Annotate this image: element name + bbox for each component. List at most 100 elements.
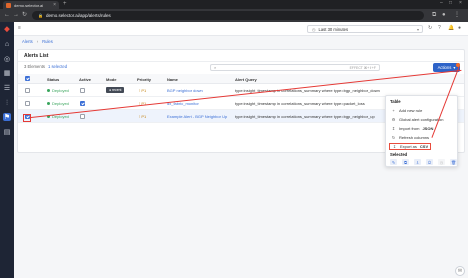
menu-item-label: Add new rule xyxy=(399,108,423,113)
menu-item-format: JSON xyxy=(422,126,434,131)
user-avatar-icon[interactable]: ● xyxy=(458,26,461,31)
actions-menu: Table + Add new rule ⚙ Global alert conf… xyxy=(385,95,458,167)
breadcrumb-separator: › xyxy=(36,39,39,44)
actions-label: Actions xyxy=(437,65,452,70)
collapse-sidebar-icon[interactable]: ≡ xyxy=(18,26,21,31)
download-icon: ↧ xyxy=(392,144,397,149)
rule-name-link[interactable]: BGP neighbor down xyxy=(167,88,231,93)
tab-close-icon[interactable]: × xyxy=(53,2,56,8)
inventory-icon[interactable]: ☰ xyxy=(3,84,11,92)
extensions-icon[interactable]: ⧉ xyxy=(432,12,436,18)
row-checkbox[interactable] xyxy=(25,88,30,93)
power-icon[interactable]: ⏻ xyxy=(426,159,433,165)
docs-icon[interactable]: ▤ xyxy=(3,128,11,136)
browser-tab-strip: demo.selector.ai × + – □ × xyxy=(0,0,468,9)
breadcrumb-rules[interactable]: Rules xyxy=(42,39,53,44)
selected-actions: ✎ ⧉ ⇩ ⏻ ◷ 🗑 xyxy=(390,159,457,165)
explore-icon[interactable]: ◎ xyxy=(3,55,11,63)
schedule-icon[interactable]: ◷ xyxy=(438,159,445,165)
tab-title: demo.selector.ai xyxy=(14,2,44,8)
profile-icon[interactable]: ● xyxy=(442,12,446,18)
reload-icon[interactable]: ↻ xyxy=(22,12,27,18)
edit-icon[interactable]: ✎ xyxy=(390,159,397,165)
active-checkbox[interactable] xyxy=(80,88,85,93)
column-mode[interactable]: Mode xyxy=(106,77,116,82)
time-range-picker[interactable]: ◷ Last 30 minutes ▾ xyxy=(307,25,423,33)
chevron-down-icon: ▾ xyxy=(416,26,419,32)
url-field[interactable]: 🔒 demo.selector.ai/app/alerts/rules xyxy=(32,11,424,20)
selected-count[interactable]: 1 selected xyxy=(48,64,67,69)
chat-icon[interactable]: ✉ xyxy=(455,266,465,276)
menu-section-selected: Selected xyxy=(390,152,408,157)
menu-item-global-config[interactable]: ⚙ Global alert configuration xyxy=(391,117,444,122)
menu-item-label: Export as xyxy=(400,144,417,149)
priority-text: P1 xyxy=(141,114,147,119)
browser-tab[interactable]: demo.selector.ai × xyxy=(3,1,59,9)
priority-cell: ⁝ P1 xyxy=(139,114,147,119)
priority-text: P1 xyxy=(141,88,147,93)
analytics-icon[interactable]: ⫶ xyxy=(3,99,11,107)
window-close-icon[interactable]: × xyxy=(459,1,462,6)
table-header: Status Active Mode Priority Name Alert Q… xyxy=(18,74,464,84)
refresh-icon: ↻ xyxy=(391,135,396,140)
column-priority[interactable]: Priority xyxy=(137,77,151,82)
active-checkbox[interactable] xyxy=(80,114,85,119)
new-tab-button[interactable]: + xyxy=(63,1,67,7)
search-input[interactable]: ⌕ EFFECT ⌘+⇧+F xyxy=(210,64,380,71)
refresh-icon[interactable]: ↻ xyxy=(428,26,432,31)
minimize-icon[interactable]: – xyxy=(440,1,443,6)
time-range-value: Last 30 minutes xyxy=(318,26,349,32)
alerts-icon[interactable]: ⚑ xyxy=(3,113,11,121)
address-bar: ← → ↻ 🔒 demo.selector.ai/app/alerts/rule… xyxy=(0,9,468,22)
logo-icon[interactable]: ◆ xyxy=(3,25,11,33)
mode-badge: ● recent xyxy=(106,87,125,93)
plus-icon: + xyxy=(392,108,395,113)
favicon-icon xyxy=(6,2,11,8)
search-icon: ⌕ xyxy=(214,65,217,70)
back-icon[interactable]: ← xyxy=(4,12,10,18)
breadcrumb-alerts[interactable]: Alerts xyxy=(22,39,33,44)
duplicate-icon[interactable]: ⧉ xyxy=(402,159,409,165)
browser-menu-icon[interactable]: ⋮ xyxy=(454,12,460,18)
row-checkbox[interactable] xyxy=(25,101,30,106)
url-text: demo.selector.ai/app/alerts/rules xyxy=(45,13,111,18)
status-dot-icon xyxy=(47,89,50,93)
rule-name-link[interactable]: Example Alert - BGP Neighbor Up xyxy=(167,114,231,119)
app-root: ◆ ⌂ ◎ ▦ ☰ ⫶ ⚑ ▤ ≡ ◷ Last 30 minutes ▾ ↻ … xyxy=(0,22,468,278)
notifications-icon[interactable]: 🔔 xyxy=(448,26,454,31)
active-checkbox[interactable] xyxy=(80,101,85,106)
column-alert-query[interactable]: Alert Query xyxy=(235,77,257,82)
column-status[interactable]: Status xyxy=(47,77,59,82)
menu-item-export-csv[interactable]: ↧ Export as CSV xyxy=(389,143,432,150)
menu-item-add-rule[interactable]: + Add new rule xyxy=(391,108,422,113)
help-icon[interactable]: ? xyxy=(438,26,441,31)
card-title: Alerts List xyxy=(24,53,49,59)
top-bar: ≡ ◷ Last 30 minutes ▾ ↻ ? 🔔 ● xyxy=(14,22,468,36)
status-text: Deployed xyxy=(52,88,69,93)
status-dot-icon xyxy=(47,102,50,106)
trash-icon[interactable]: 🗑 xyxy=(450,159,457,165)
select-all-checkbox[interactable] xyxy=(25,76,30,81)
status-cell: Deployed xyxy=(47,88,69,93)
menu-item-label: Refresh columns xyxy=(399,135,430,140)
menu-item-refresh-columns[interactable]: ↻ Refresh columns xyxy=(391,135,429,140)
breadcrumb: Alerts › Rules xyxy=(22,39,53,44)
menu-item-format: CSV xyxy=(419,144,429,149)
annotation-box-checkbox xyxy=(23,114,31,122)
status-cell: Deployed xyxy=(47,101,69,106)
forward-icon[interactable]: → xyxy=(13,12,19,18)
column-active[interactable]: Active xyxy=(79,77,91,82)
lock-icon: 🔒 xyxy=(38,13,43,18)
dashboard-icon[interactable]: ▦ xyxy=(3,69,11,77)
column-name[interactable]: Name xyxy=(167,77,178,82)
download-icon[interactable]: ⇩ xyxy=(414,159,421,165)
status-text: Deployed xyxy=(52,101,69,106)
annotation-dot xyxy=(456,63,460,67)
menu-item-import-json[interactable]: ↥ Import from JSON xyxy=(391,126,434,131)
priority-cell: ⁝ P1 xyxy=(139,88,147,93)
home-icon[interactable]: ⌂ xyxy=(3,40,11,48)
gear-icon: ⚙ xyxy=(391,117,396,122)
selection-summary: 3 Elements 1 selected xyxy=(24,64,67,69)
chevron-down-icon: ▾ xyxy=(453,65,456,70)
maximize-icon[interactable]: □ xyxy=(449,1,452,6)
